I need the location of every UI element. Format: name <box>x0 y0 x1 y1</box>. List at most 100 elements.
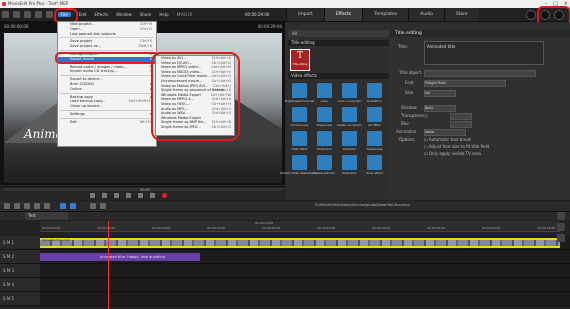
title-editing-tile[interactable]: T Title editing <box>290 49 310 71</box>
option-auto-break[interactable]: ☑ Automatic text break <box>424 137 471 142</box>
step-forward-icon[interactable] <box>138 193 143 198</box>
effect-tile[interactable]: Direction <box>339 131 360 151</box>
cut-icon[interactable] <box>14 203 20 209</box>
quick-icons <box>2 11 53 18</box>
track-header[interactable]: S M 4 <box>0 278 40 291</box>
stop-icon[interactable] <box>114 193 119 198</box>
ruler-tick: 00:00:20:00 <box>262 226 281 230</box>
effect-tile[interactable]: Color <box>314 83 335 103</box>
effect-tile[interactable]: Chroma key <box>289 107 310 127</box>
ruler-tick: 00:00:30:00 <box>372 226 391 230</box>
menu-item[interactable]: Import audio CD track(s)... C <box>58 69 156 74</box>
effect-tile[interactable]: Brightness/Contrast <box>285 83 314 103</box>
group-icon[interactable] <box>44 203 50 209</box>
mode-icon[interactable] <box>4 203 10 209</box>
magix-logo: MAGIX <box>177 12 193 17</box>
record-icon[interactable] <box>526 10 536 20</box>
effect-tile[interactable]: Slow effect <box>364 155 385 175</box>
highlight-export-movie <box>55 52 159 64</box>
menu-item[interactable]: Save project as... Shift+S <box>58 44 156 49</box>
tab-templates[interactable]: Templates <box>362 8 409 21</box>
menu-share[interactable]: Share <box>140 12 152 17</box>
menu-edit[interactable]: Edit <box>79 12 87 17</box>
tab-store[interactable]: Store <box>443 8 479 21</box>
menu-item[interactable]: Online ▸ <box>58 87 156 92</box>
tab-import[interactable]: Import <box>286 8 324 21</box>
undo-icon[interactable] <box>35 11 42 18</box>
skip-forward-icon[interactable] <box>150 193 155 198</box>
skip-back-icon[interactable] <box>90 193 95 198</box>
effect-tile[interactable]: Color correction <box>338 83 361 103</box>
open-icon[interactable] <box>13 11 20 18</box>
transparency-input[interactable] <box>450 113 472 120</box>
timeline-file-path: D:\MAGIX\Test\Video\Sunrise\photo\Waterf… <box>315 203 410 207</box>
animation-label: Animation <box>396 129 417 134</box>
menu-effects[interactable]: Effects <box>94 12 108 17</box>
redo-icon[interactable] <box>46 11 53 18</box>
track-add-icon[interactable] <box>557 234 565 242</box>
menu-window[interactable]: Window <box>116 12 132 17</box>
title-text-field[interactable]: Animated title <box>424 41 544 65</box>
size-select[interactable]: Ink <box>424 90 456 97</box>
shadow-select[interactable]: Bold <box>424 105 456 112</box>
menu-separator <box>60 49 154 51</box>
menu-help[interactable]: Help <box>159 12 168 17</box>
ruler-tick: 00:00:40:00 <box>482 226 501 230</box>
category-filter[interactable]: All <box>288 30 392 37</box>
title-clip[interactable]: Animated title: Happy, lime anything <box>40 253 200 261</box>
menu-item[interactable]: Settings ▸ <box>58 112 156 117</box>
zoom-in-icon[interactable] <box>557 212 565 220</box>
blur-input[interactable] <box>450 121 472 128</box>
timeline-ruler[interactable]: 00:00:23:00 00:00:00:00 00:00:05:00 00:0… <box>40 221 560 232</box>
effect-icon <box>292 83 307 98</box>
effect-tile[interactable]: Distortion <box>314 131 335 151</box>
ruler-tick: 00:00:25:00 <box>317 226 336 230</box>
playhead[interactable] <box>108 221 109 309</box>
menu-item[interactable]: Exit Alt+F4 <box>58 120 156 125</box>
effect-tile[interactable]: Sharpness <box>364 131 385 151</box>
effect-tile[interactable]: Sharpness <box>314 107 335 127</box>
menu-item[interactable]: Last opened disc projects <box>58 32 156 37</box>
effect-tile[interactable]: Camera/Zoom <box>314 155 335 175</box>
font-select[interactable]: Freight Reel <box>424 80 506 87</box>
track-header[interactable]: S M 5 <box>0 292 40 305</box>
select-icon[interactable] <box>60 203 66 209</box>
section-video-effects: Video effects <box>288 73 389 79</box>
track-header[interactable]: S M 2 <box>0 250 40 263</box>
tab-effects[interactable]: Effects <box>323 8 363 21</box>
ruler-top-label: 00:00:23:00 <box>255 221 274 225</box>
delete-icon[interactable] <box>24 203 30 209</box>
new-icon[interactable] <box>2 11 9 18</box>
clip-frames <box>40 240 560 246</box>
option-adjust-font[interactable]: ☐ Adjust font size to fit title field <box>424 144 489 149</box>
timeline-tab[interactable]: Test <box>25 212 68 220</box>
save-icon[interactable] <box>24 11 31 18</box>
effect-tile[interactable]: Gradation <box>364 83 385 103</box>
menu-item[interactable]: Clean up wizard... <box>58 104 156 109</box>
animation-select[interactable]: None <box>424 129 466 136</box>
option-visible-area[interactable]: ☑ Only apply visible TV area <box>424 151 481 156</box>
track-header[interactable]: S M 3 <box>0 264 40 277</box>
effect-tile[interactable]: Distortion <box>339 155 360 175</box>
marker-icon[interactable] <box>90 203 96 209</box>
tab-audio[interactable]: Audio <box>408 8 444 21</box>
title-object-select[interactable] <box>424 70 536 77</box>
zoom-icon[interactable] <box>100 203 106 209</box>
record-button-icon[interactable] <box>162 193 167 198</box>
effect-icon <box>317 155 332 170</box>
video-clip[interactable]: Waterfall-Tour.mp4 <box>40 238 560 248</box>
play-icon[interactable] <box>126 193 131 198</box>
link-icon[interactable] <box>70 203 76 209</box>
step-back-icon[interactable] <box>102 193 107 198</box>
split-icon[interactable] <box>34 203 40 209</box>
effect-tile[interactable]: Art filter <box>364 107 385 127</box>
window-titlebar: MovieEdit Pro Plus - Test*.MEP – □ × <box>0 0 570 8</box>
effect-icon <box>292 131 307 146</box>
track-header[interactable]: S M 1 <box>0 236 40 249</box>
track-3: S M 3 <box>0 264 570 278</box>
effect-tile[interactable]: HDR effect <box>289 131 310 151</box>
zoom-out-icon[interactable] <box>557 223 565 231</box>
effect-tile[interactable]: Shake correction <box>337 107 362 127</box>
menu-separator <box>60 92 154 94</box>
effect-tile[interactable]: MAGIX Video Stabilization <box>280 155 319 175</box>
